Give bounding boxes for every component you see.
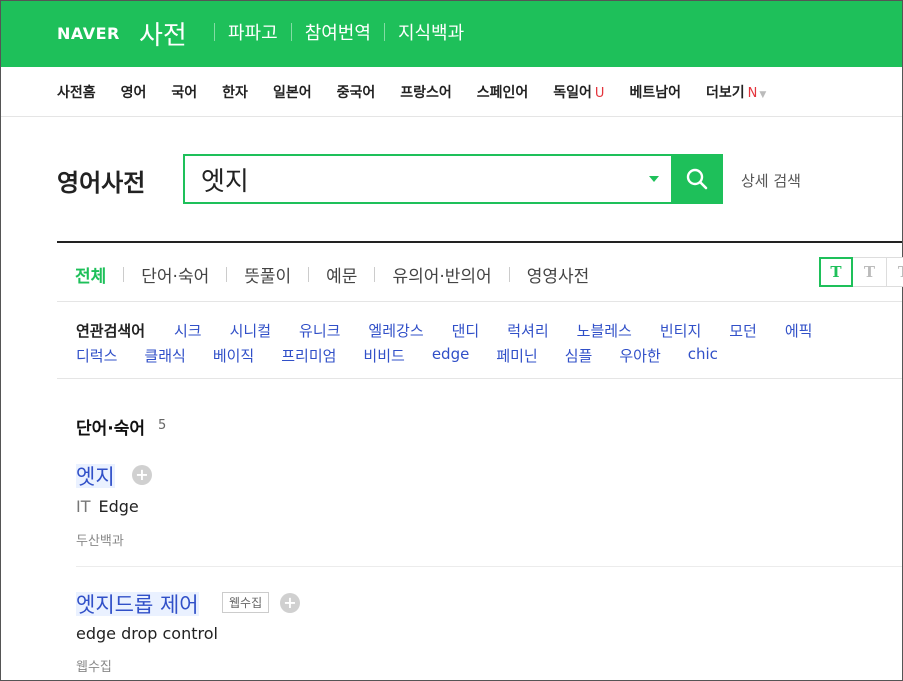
divider xyxy=(308,267,310,282)
detail-search-link[interactable]: 상세 검색 xyxy=(741,170,801,191)
update-badge: U xyxy=(594,86,605,101)
result-tabs: 전체 단어·숙어 뜻풀이 예문 유의어·반의어 영영사전 xyxy=(75,262,589,287)
entry-source[interactable]: 웹수집 xyxy=(76,656,112,675)
search-icon xyxy=(686,168,708,190)
entry-meaning: IT Edge xyxy=(76,497,139,516)
nav-vietnamese[interactable]: 베트남어 xyxy=(629,82,681,102)
nav-english[interactable]: 영어 xyxy=(121,82,147,102)
new-badge: N xyxy=(747,86,758,101)
related-search-link[interactable]: 시크 xyxy=(174,320,202,341)
divider xyxy=(76,566,902,567)
nav-french[interactable]: 프랑스어 xyxy=(400,82,452,102)
related-search-link[interactable]: 노블레스 xyxy=(577,320,632,341)
nav-more[interactable]: 더보기 N ▼ xyxy=(706,82,766,102)
papago-link[interactable]: 파파고 xyxy=(228,19,278,45)
related-search-link[interactable]: 클래식 xyxy=(144,345,185,366)
related-search-link[interactable]: 베이직 xyxy=(213,345,254,366)
section-title: 단어·숙어 xyxy=(76,419,146,439)
nav-hanja[interactable]: 한자 xyxy=(222,82,248,102)
font-size-large-button[interactable]: T xyxy=(887,257,903,287)
divider xyxy=(374,267,376,282)
top-header: NAVER 사전 파파고 참여번역 지식백과 xyxy=(1,1,902,67)
search-button[interactable] xyxy=(671,154,723,204)
entry-meaning-text: Edge xyxy=(98,497,139,516)
search-input[interactable] xyxy=(201,164,621,194)
nav-korean[interactable]: 국어 xyxy=(171,82,197,102)
web-collected-tag: 웹수집 xyxy=(222,592,270,613)
nav-spanish[interactable]: 스페인어 xyxy=(477,82,529,102)
related-search-link[interactable]: 럭셔리 xyxy=(507,320,548,341)
divider xyxy=(226,267,228,282)
divider xyxy=(123,267,125,282)
related-search-link[interactable]: 심플 xyxy=(565,345,593,366)
related-search-link[interactable]: 비비드 xyxy=(363,345,404,366)
related-search-link[interactable]: 유니크 xyxy=(299,320,340,341)
entry-word-link[interactable]: 엣지드롭 제어 xyxy=(76,589,199,619)
font-size-medium-button[interactable]: T xyxy=(853,257,887,287)
font-size-buttons: T T T xyxy=(819,257,903,287)
related-search-link[interactable]: 우아한 xyxy=(619,345,660,366)
tab-definitions[interactable]: 뜻풀이 xyxy=(244,262,291,287)
entry-meaning-text: edge drop control xyxy=(76,624,218,643)
dictionary-title: 영어사전 xyxy=(57,169,146,197)
caret-down-icon: ▼ xyxy=(759,90,767,100)
tab-all[interactable]: 전체 xyxy=(75,262,106,287)
related-search-link[interactable]: chic xyxy=(688,345,718,366)
section-count: 5 xyxy=(158,418,167,433)
entry-field: IT xyxy=(76,497,91,516)
related-search-link[interactable]: 빈티지 xyxy=(660,320,701,341)
divider xyxy=(57,301,902,302)
nav-chinese[interactable]: 중국어 xyxy=(337,82,376,102)
related-search-link[interactable]: edge xyxy=(432,345,470,366)
tab-english-english[interactable]: 영영사전 xyxy=(527,262,590,287)
nav-german[interactable]: 독일어 U xyxy=(553,82,604,102)
related-search-link[interactable]: 시니컬 xyxy=(230,320,271,341)
top-links: 파파고 참여번역 지식백과 xyxy=(201,19,464,45)
divider xyxy=(508,267,510,282)
related-searches-label: 연관검색어 xyxy=(76,322,146,340)
related-search-link[interactable]: 엘레강스 xyxy=(368,320,423,341)
entry-meaning: edge drop control xyxy=(76,624,218,643)
add-wordbook-icon[interactable]: + xyxy=(132,465,152,485)
autocomplete-toggle-icon[interactable] xyxy=(649,176,659,182)
divider xyxy=(290,23,292,41)
search-box xyxy=(183,154,723,204)
tab-examples[interactable]: 예문 xyxy=(326,262,357,287)
related-search-link[interactable]: 모던 xyxy=(729,320,757,341)
tab-words-idioms[interactable]: 단어·숙어 xyxy=(141,262,209,287)
related-search-link[interactable]: 프리미엄 xyxy=(281,345,336,366)
entry-source[interactable]: 두산백과 xyxy=(76,530,124,549)
related-searches-row: 디럭스 클래식 베이직 프리미엄 비비드 edge 페미닌 심플 우아한 chi… xyxy=(76,345,718,366)
font-size-small-button[interactable]: T xyxy=(819,257,853,287)
entry-word-link[interactable]: 엣지 xyxy=(76,461,115,491)
nav-dict-home[interactable]: 사전홈 xyxy=(57,82,96,102)
divider xyxy=(214,23,215,41)
language-nav: 사전홈 영어 국어 한자 일본어 중국어 프랑스어 스페인어 독일어 U 베트남어… xyxy=(1,67,902,117)
naver-logo[interactable]: NAVER xyxy=(57,24,120,43)
participate-translation-link[interactable]: 참여번역 xyxy=(305,19,371,45)
knowledge-encyclopedia-link[interactable]: 지식백과 xyxy=(398,19,464,45)
divider xyxy=(383,23,385,41)
related-search-link[interactable]: 댄디 xyxy=(452,320,480,341)
related-search-link[interactable]: 페미닌 xyxy=(496,345,537,366)
tab-synonyms-antonyms[interactable]: 유의어·반의어 xyxy=(392,262,491,287)
related-searches-row: 시크 시니컬 유니크 엘레강스 댄디 럭셔리 노블레스 빈티지 모던 에픽 xyxy=(174,320,812,341)
add-wordbook-icon[interactable]: + xyxy=(280,593,300,613)
related-search-link[interactable]: 에픽 xyxy=(785,320,813,341)
nav-japanese[interactable]: 일본어 xyxy=(273,82,312,102)
dictionary-logo[interactable]: 사전 xyxy=(139,15,187,52)
divider xyxy=(57,241,902,243)
related-search-link[interactable]: 디럭스 xyxy=(76,345,117,366)
divider xyxy=(57,378,902,379)
